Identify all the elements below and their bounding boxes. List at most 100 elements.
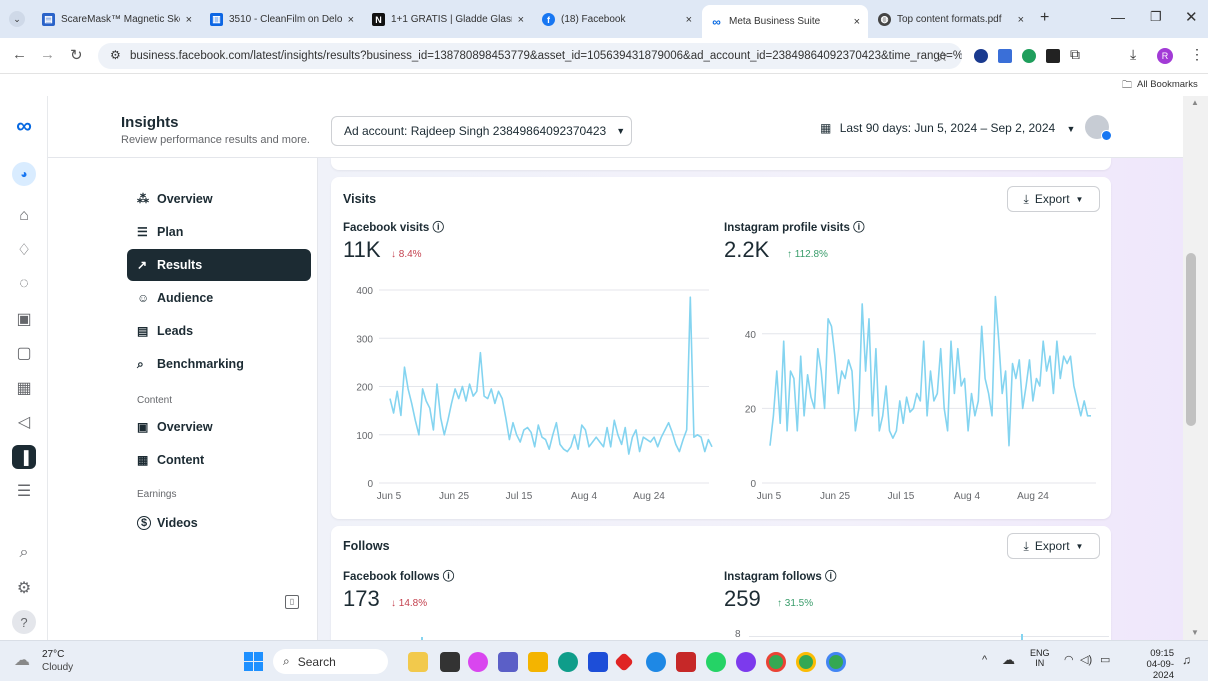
store-icon[interactable] <box>588 652 608 672</box>
restore-icon[interactable]: ❐ <box>1150 9 1162 25</box>
chrome-icon[interactable] <box>826 652 846 672</box>
tab-search-icon[interactable]: ⌄ <box>9 11 25 27</box>
gridline <box>749 636 1109 637</box>
puzzle-icon[interactable]: ⧉ <box>1070 46 1080 63</box>
task-view-icon[interactable] <box>440 652 460 672</box>
ads-icon[interactable]: ◁ <box>12 410 36 434</box>
close-icon[interactable]: × <box>854 16 860 28</box>
windows-start-icon[interactable] <box>244 652 263 671</box>
facebook-follows-delta: ↓ 14.8% <box>391 598 428 609</box>
download-icon[interactable]: ⤓ <box>1130 46 1136 63</box>
chrome-icon[interactable] <box>766 652 786 672</box>
teams-icon[interactable] <box>498 652 518 672</box>
volume-icon[interactable]: ◁) <box>1080 653 1092 666</box>
extension-icon[interactable] <box>974 49 988 63</box>
star-icon[interactable]: ☆ <box>936 48 949 65</box>
tab-facebook[interactable]: f (18) Facebook × <box>534 5 700 34</box>
sidebar-item-overview[interactable]: ⁂ Overview <box>127 183 311 215</box>
home-icon[interactable]: ⌂ <box>12 204 36 228</box>
notification-bell-icon[interactable]: ♫ <box>1182 653 1191 667</box>
sidebar-item-benchmarking[interactable]: ⌕ Benchmarking <box>127 348 311 380</box>
settings-icon[interactable]: ⚙ <box>12 576 36 600</box>
info-icon[interactable]: ⓘ <box>433 222 445 234</box>
user-avatar[interactable] <box>1085 115 1112 141</box>
window-close-icon[interactable]: ✕ <box>1185 8 1198 26</box>
tab-gladde[interactable]: N 1+1 GRATIS | Gladde Glasr × <box>364 5 532 34</box>
info-icon[interactable]: ⓘ <box>443 571 455 583</box>
posts-icon[interactable]: ▢ <box>12 341 36 365</box>
search-icon[interactable]: ⌕ <box>12 541 36 565</box>
tab-top-content-pdf[interactable]: ◍ Top content formats.pdf × <box>870 5 1032 34</box>
insights-icon[interactable]: ▐ <box>12 445 36 469</box>
onedrive-icon[interactable]: ☁ <box>1002 652 1015 668</box>
info-icon[interactable]: ⓘ <box>853 222 865 234</box>
sidebar-item-videos[interactable]: $ Videos <box>127 507 311 539</box>
skype-icon[interactable] <box>646 652 666 672</box>
export-button[interactable]: ⤓ Export ▼ <box>1007 533 1100 559</box>
url-input[interactable]: ⚙ business.facebook.com/latest/insights/… <box>98 43 962 69</box>
lang-top: ENG <box>1030 648 1050 658</box>
widgets-icon[interactable] <box>408 652 428 672</box>
close-icon[interactable]: × <box>348 14 354 26</box>
sidebar-item-results[interactable]: ↗ Results <box>127 249 311 281</box>
collapse-sidebar-icon[interactable]: ▯ <box>285 595 299 609</box>
tab-meta-business-suite[interactable]: ∞ Meta Business Suite × <box>702 5 868 38</box>
battery-icon[interactable]: ▭ <box>1100 653 1110 666</box>
edge-icon[interactable] <box>558 652 578 672</box>
forward-icon[interactable]: → <box>40 46 55 63</box>
menu-kebab-icon[interactable]: ⋮ <box>1190 46 1204 63</box>
tab-title: Top content formats.pdf <box>897 14 1002 25</box>
taskbar-search[interactable]: ⌕ Search <box>273 649 388 674</box>
mcafee-icon[interactable] <box>676 652 696 672</box>
calendar-icon[interactable]: ▦ <box>12 376 36 400</box>
close-icon[interactable]: × <box>518 14 524 26</box>
app-icon[interactable] <box>614 652 634 672</box>
new-tab-button[interactable]: + <box>1040 9 1049 27</box>
meta-logo-icon[interactable]: ∞ <box>12 113 36 138</box>
export-button[interactable]: ⤓ Export ▼ <box>1007 186 1100 212</box>
close-icon[interactable]: × <box>186 14 192 26</box>
extension-icon[interactable] <box>1022 49 1036 63</box>
file-explorer-icon[interactable] <box>528 652 548 672</box>
clock[interactable]: 09:15 04-09-2024 <box>1126 648 1174 681</box>
date-range-picker[interactable]: ▦ Last 90 days: Jun 5, 2024 – Sep 2, 202… <box>820 121 1075 135</box>
chevron-up-icon[interactable]: ^ <box>982 654 987 666</box>
help-icon[interactable]: ? <box>12 610 36 634</box>
scrollbar-thumb[interactable] <box>1186 253 1196 426</box>
sidebar-item-content[interactable]: ▦ Content <box>127 444 311 476</box>
copilot-icon[interactable] <box>468 652 488 672</box>
whatsapp-icon[interactable] <box>706 652 726 672</box>
sidebar-item-plan[interactable]: ☰ Plan <box>127 216 311 248</box>
reload-icon[interactable]: ↻ <box>70 46 83 64</box>
tab-cleanfilm[interactable]: ▥ 3510 - CleanFilm on Deloz × <box>202 5 362 34</box>
language-indicator[interactable]: ENG IN <box>1030 648 1050 668</box>
wifi-icon[interactable]: ◠ <box>1064 653 1074 666</box>
ad-account-dropdown[interactable]: Ad account: Rajdeep Singh 23849864092370… <box>331 116 632 146</box>
all-bookmarks-link[interactable]: All Bookmarks <box>1137 79 1198 90</box>
extension-icon[interactable] <box>1046 49 1060 63</box>
contacts-icon[interactable]: ▣ <box>12 307 36 331</box>
site-info-icon[interactable]: ⚙ <box>110 48 121 62</box>
minimize-icon[interactable]: — <box>1111 9 1125 25</box>
profile-avatar[interactable]: R <box>1157 48 1173 64</box>
page-avatar-icon[interactable]: ◕ <box>12 162 36 186</box>
all-tools-icon[interactable]: ☰ <box>12 479 36 503</box>
info-icon[interactable]: ⓘ <box>825 571 837 583</box>
scroll-down-icon[interactable]: ▼ <box>1191 628 1199 637</box>
weather-temp[interactable]: 27°C <box>42 649 64 660</box>
close-icon[interactable]: × <box>686 14 692 26</box>
extension-icon[interactable] <box>998 49 1012 63</box>
messages-icon[interactable]: ◌ <box>12 272 36 296</box>
sidebar-item-leads[interactable]: ▤ Leads <box>127 315 311 347</box>
close-icon[interactable]: × <box>1018 14 1024 26</box>
tab-scaremask[interactable]: ▤ ScareMask™ Magnetic Ske × <box>34 5 200 34</box>
canva-icon[interactable] <box>736 652 756 672</box>
notifications-icon[interactable]: ♢ <box>12 238 36 262</box>
back-icon[interactable]: ← <box>12 46 27 63</box>
weather-desc[interactable]: Cloudy <box>42 662 73 673</box>
chrome-icon[interactable] <box>796 652 816 672</box>
sidebar-item-content-overview[interactable]: ▣ Overview <box>127 411 311 443</box>
tab-title: 1+1 GRATIS | Gladde Glasr <box>391 14 512 25</box>
sidebar-item-audience[interactable]: ☺ Audience <box>127 282 311 314</box>
scroll-up-icon[interactable]: ▲ <box>1191 98 1199 107</box>
